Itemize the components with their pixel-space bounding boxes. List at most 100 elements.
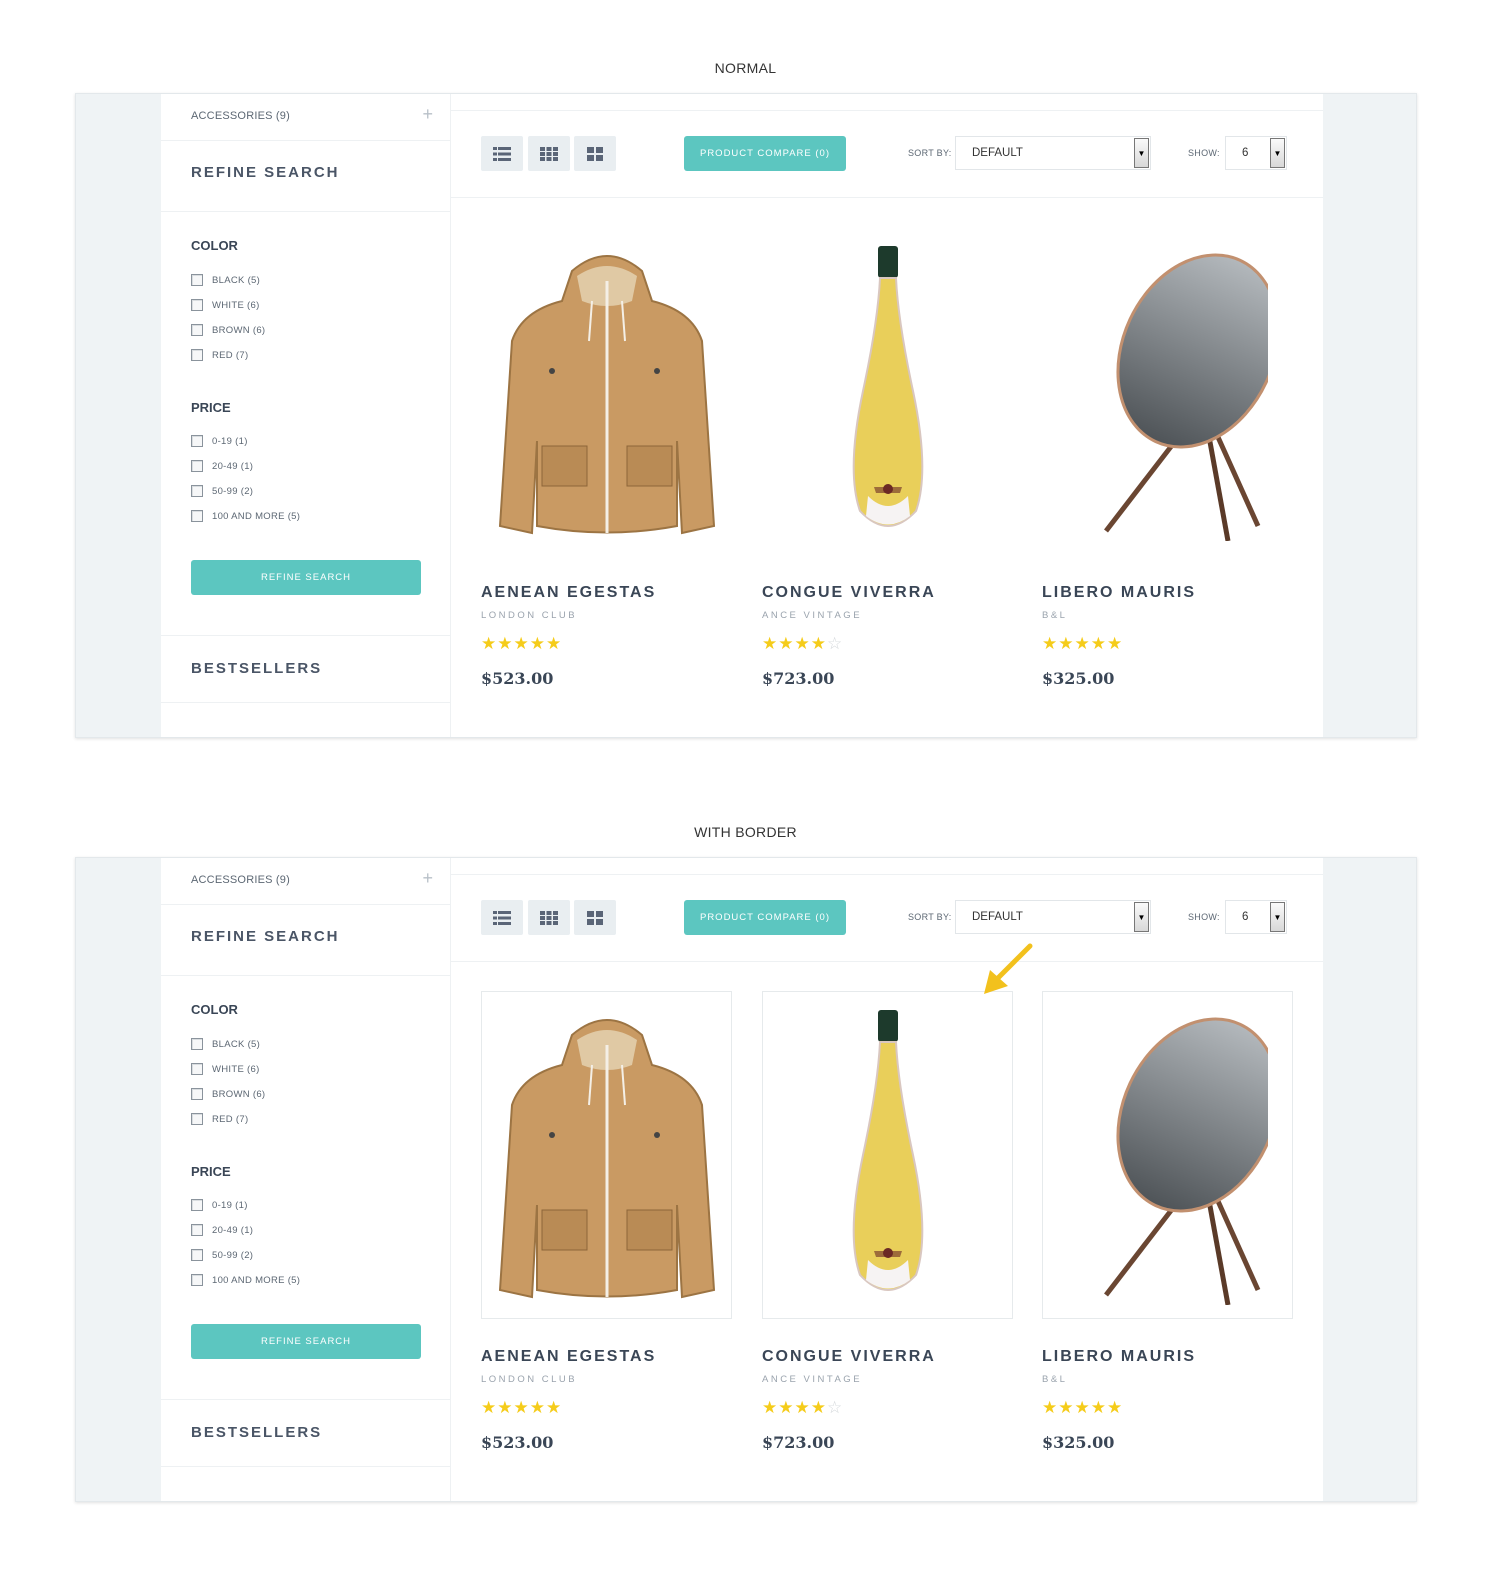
filter-option-label: 50-99 (2) bbox=[212, 1249, 254, 1261]
filter-option[interactable]: 100 AND MORE (5) bbox=[191, 1273, 300, 1287]
product-name[interactable]: CONGUE VIVERRA bbox=[762, 1348, 936, 1366]
filter-checkbox[interactable] bbox=[191, 349, 203, 361]
filter-option[interactable]: BLACK (5) bbox=[191, 273, 260, 287]
star-icon: ★ bbox=[1074, 1398, 1091, 1417]
product-name[interactable]: CONGUE VIVERRA bbox=[762, 584, 936, 602]
grid-three-icon bbox=[540, 910, 558, 925]
dropdown-arrow-icon[interactable]: ▼ bbox=[1134, 138, 1149, 168]
divider bbox=[161, 975, 451, 976]
dropdown-arrow-icon[interactable]: ▼ bbox=[1270, 902, 1285, 932]
product-name[interactable]: AENEAN EGESTAS bbox=[481, 584, 656, 602]
filter-checkbox[interactable] bbox=[191, 1274, 203, 1286]
filter-checkbox[interactable] bbox=[191, 1088, 203, 1100]
filter-checkbox[interactable] bbox=[191, 1038, 203, 1050]
sort-select-value: DEFAULT bbox=[972, 147, 1023, 159]
star-icon: ★ bbox=[810, 1398, 827, 1417]
refine-search-button[interactable]: REFINE SEARCH bbox=[191, 1324, 421, 1359]
category-accessories[interactable]: ACCESSORIES (9) + bbox=[161, 858, 451, 905]
bottle-image bbox=[852, 246, 923, 527]
filter-checkbox[interactable] bbox=[191, 274, 203, 286]
show-select[interactable]: 6 ▼ bbox=[1225, 900, 1287, 934]
filter-option[interactable]: RED (7) bbox=[191, 348, 248, 362]
category-accessories[interactable]: ACCESSORIES (9) + bbox=[161, 94, 451, 141]
filter-option-label: BROWN (6) bbox=[212, 1088, 266, 1100]
filter-checkbox[interactable] bbox=[191, 299, 203, 311]
star-icon: ★ bbox=[529, 634, 546, 653]
product-name[interactable]: LIBERO MAURIS bbox=[1042, 584, 1196, 602]
product-compare-button[interactable]: PRODUCT COMPARE (0) bbox=[684, 136, 846, 171]
product-image[interactable] bbox=[762, 991, 1013, 1319]
speaker-image bbox=[1103, 253, 1268, 541]
product-brand: LONDON CLUB bbox=[481, 610, 578, 621]
list-view-button[interactable] bbox=[481, 900, 523, 935]
filter-option[interactable]: 50-99 (2) bbox=[191, 484, 253, 498]
product-image[interactable] bbox=[481, 227, 732, 555]
star-icon: ★ bbox=[497, 634, 514, 653]
product-image[interactable] bbox=[481, 991, 732, 1319]
filter-option[interactable]: BROWN (6) bbox=[191, 323, 265, 337]
list-view-icon bbox=[493, 146, 511, 161]
product-compare-button[interactable]: PRODUCT COMPARE (0) bbox=[684, 900, 846, 935]
refine-search-button[interactable]: REFINE SEARCH bbox=[191, 560, 421, 595]
filter-option[interactable]: WHITE (6) bbox=[191, 298, 260, 312]
color-filter-title: COLOR bbox=[191, 238, 238, 253]
product-image[interactable] bbox=[1042, 227, 1293, 555]
filter-checkbox[interactable] bbox=[191, 1224, 203, 1236]
product-name[interactable]: AENEAN EGESTAS bbox=[481, 1348, 656, 1366]
filter-option[interactable]: RED (7) bbox=[191, 1112, 248, 1126]
dropdown-arrow-icon[interactable]: ▼ bbox=[1134, 902, 1149, 932]
refine-search-heading: REFINE SEARCH bbox=[191, 928, 340, 945]
filter-option-label: 0-19 (1) bbox=[212, 1199, 248, 1211]
filter-option[interactable]: BLACK (5) bbox=[191, 1037, 260, 1051]
filter-option[interactable]: WHITE (6) bbox=[191, 1062, 260, 1076]
sort-select[interactable]: DEFAULT ▼ bbox=[955, 136, 1151, 170]
filter-option[interactable]: BROWN (6) bbox=[191, 1087, 265, 1101]
filter-checkbox[interactable] bbox=[191, 1063, 203, 1075]
bestsellers-heading: BESTSELLERS bbox=[191, 660, 323, 677]
product-brand: B&L bbox=[1042, 610, 1068, 621]
star-icon: ★ bbox=[546, 634, 563, 653]
filter-checkbox[interactable] bbox=[191, 1249, 203, 1261]
star-icon: ★ bbox=[1090, 1398, 1107, 1417]
product-image[interactable] bbox=[762, 227, 1013, 555]
grid-three-view-button[interactable] bbox=[528, 136, 570, 171]
expand-plus-icon[interactable]: + bbox=[422, 868, 433, 889]
expand-plus-icon[interactable]: + bbox=[422, 104, 433, 125]
filter-checkbox[interactable] bbox=[191, 485, 203, 497]
grid-three-view-button[interactable] bbox=[528, 900, 570, 935]
star-icon: ★ bbox=[1074, 634, 1091, 653]
sort-select[interactable]: DEFAULT ▼ bbox=[955, 900, 1151, 934]
filter-option-label: 20-49 (1) bbox=[212, 460, 254, 472]
filter-option-label: 0-19 (1) bbox=[212, 435, 248, 447]
grid-two-view-button[interactable] bbox=[574, 136, 616, 171]
bottle-image bbox=[852, 1010, 923, 1291]
filter-option[interactable]: 100 AND MORE (5) bbox=[191, 509, 300, 523]
list-view-button[interactable] bbox=[481, 136, 523, 171]
dropdown-arrow-icon[interactable]: ▼ bbox=[1270, 138, 1285, 168]
filter-option[interactable]: 20-49 (1) bbox=[191, 459, 253, 473]
filter-option[interactable]: 50-99 (2) bbox=[191, 1248, 253, 1262]
grid-two-view-button[interactable] bbox=[574, 900, 616, 935]
star-icon: ★ bbox=[1058, 634, 1075, 653]
filter-checkbox[interactable] bbox=[191, 460, 203, 472]
show-select[interactable]: 6 ▼ bbox=[1225, 136, 1287, 170]
filter-checkbox[interactable] bbox=[191, 1199, 203, 1211]
star-icon: ★ bbox=[497, 1398, 514, 1417]
filter-option[interactable]: 20-49 (1) bbox=[191, 1223, 253, 1237]
jacket-image bbox=[498, 1019, 715, 1299]
star-icon: ★ bbox=[1042, 1398, 1059, 1417]
product-name[interactable]: LIBERO MAURIS bbox=[1042, 1348, 1196, 1366]
star-icon: ★ bbox=[513, 634, 530, 653]
filter-option[interactable]: 0-19 (1) bbox=[191, 1198, 248, 1212]
filter-checkbox[interactable] bbox=[191, 1113, 203, 1125]
product-image[interactable] bbox=[1042, 991, 1293, 1319]
filter-checkbox[interactable] bbox=[191, 324, 203, 336]
filter-checkbox[interactable] bbox=[191, 510, 203, 522]
filter-option-label: 20-49 (1) bbox=[212, 1224, 254, 1236]
rating-stars: ★★★★★ bbox=[481, 1398, 562, 1418]
filter-option-label: 50-99 (2) bbox=[212, 485, 254, 497]
filter-checkbox[interactable] bbox=[191, 435, 203, 447]
star-icon: ★ bbox=[810, 634, 827, 653]
filter-option[interactable]: 0-19 (1) bbox=[191, 434, 248, 448]
sort-by-label: SORT BY: bbox=[908, 148, 952, 158]
